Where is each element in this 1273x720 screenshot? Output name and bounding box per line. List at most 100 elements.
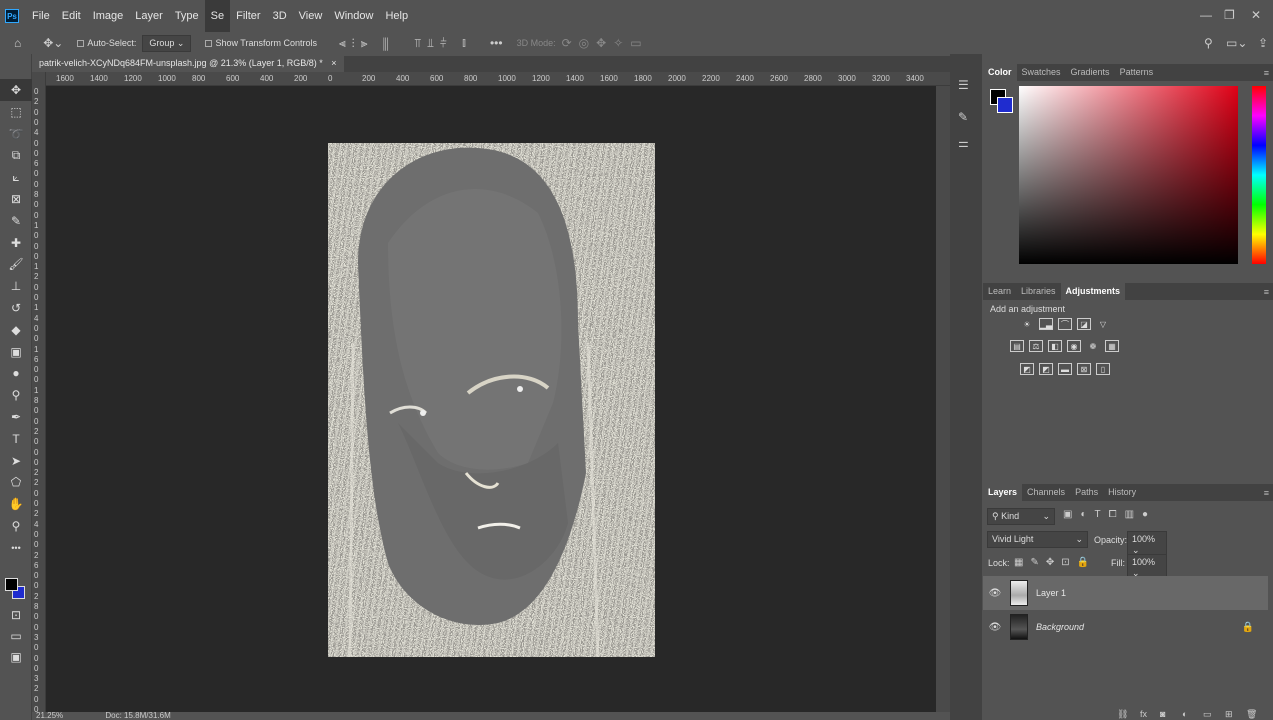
move-tool-preset-icon[interactable]: ✥⌄ bbox=[43, 36, 63, 50]
photoshop-logo-icon[interactable]: Ps bbox=[5, 9, 19, 23]
workspace-icon[interactable]: ▭⌄ bbox=[1226, 36, 1247, 50]
tab-color[interactable]: Color bbox=[983, 64, 1017, 81]
hue-slider[interactable] bbox=[1252, 86, 1266, 264]
tab-channels[interactable]: Channels bbox=[1022, 484, 1070, 501]
toolbar-foreground-swatch[interactable] bbox=[5, 578, 18, 591]
brightness-icon[interactable]: ☀ bbox=[1020, 318, 1034, 330]
info-panel-icon[interactable]: ☰ bbox=[958, 78, 974, 94]
color-balance-icon[interactable]: ⚖ bbox=[1029, 340, 1043, 352]
move-tool-icon[interactable]: ✥ bbox=[0, 79, 32, 101]
menu-layer[interactable]: Layer bbox=[129, 0, 169, 32]
blend-mode-dropdown[interactable]: Vivid Light ⌄ bbox=[987, 531, 1088, 548]
auto-select-checkbox[interactable]: Auto-Select: bbox=[77, 38, 136, 48]
layer-filter-icons[interactable]: ▣◐T⧠▥● bbox=[1063, 509, 1156, 520]
healing-tool-icon[interactable]: ✚ bbox=[0, 232, 32, 254]
vertical-ruler[interactable]: 0200400600800100012001400160018002000220… bbox=[32, 72, 46, 720]
add-mask-icon[interactable]: ◙ bbox=[1160, 709, 1165, 719]
tab-gradients[interactable]: Gradients bbox=[1066, 64, 1115, 81]
tab-libraries[interactable]: Libraries bbox=[1016, 283, 1061, 300]
new-group-icon[interactable]: ▭ bbox=[1203, 709, 1212, 720]
new-adjustment-icon[interactable]: ◐ bbox=[1182, 709, 1187, 719]
menu-help[interactable]: Help bbox=[379, 0, 414, 32]
selective-color-icon[interactable]: ⊠ bbox=[1077, 363, 1091, 375]
align-icons[interactable]: ⫷⫶⫸ ⫼ bbox=[339, 36, 394, 51]
tab-patterns[interactable]: Patterns bbox=[1115, 64, 1159, 81]
layer-name[interactable]: Background bbox=[1036, 622, 1084, 632]
channel-mixer-icon[interactable]: ❁ bbox=[1086, 340, 1100, 352]
type-tool-icon[interactable]: T bbox=[0, 428, 32, 450]
link-layers-icon[interactable]: ⛓ bbox=[1117, 709, 1128, 720]
tab-history[interactable]: History bbox=[1103, 484, 1141, 501]
hue-saturation-icon[interactable]: ▤ bbox=[1010, 340, 1024, 352]
screen-mode-icon[interactable]: ▭ bbox=[0, 625, 32, 647]
more-tools-icon[interactable]: ••• bbox=[0, 537, 32, 559]
zoom-tool-icon[interactable]: ⚲ bbox=[0, 515, 32, 537]
color-field[interactable] bbox=[1019, 86, 1238, 264]
hand-tool-icon[interactable]: ✋ bbox=[0, 493, 32, 515]
panel-menu-icon[interactable]: ≡ bbox=[1264, 287, 1269, 297]
visibility-eye-icon[interactable]: 👁 bbox=[983, 588, 1007, 599]
tab-layers[interactable]: Layers bbox=[983, 484, 1023, 501]
gradient-tool-icon[interactable]: ▣ bbox=[0, 341, 32, 363]
tab-paths[interactable]: Paths bbox=[1070, 484, 1103, 501]
layer-name[interactable]: Layer 1 bbox=[1036, 588, 1066, 598]
brush-tool-icon[interactable]: 🖌 bbox=[0, 253, 32, 275]
levels-icon[interactable]: ▁▃ bbox=[1039, 318, 1053, 330]
horizontal-ruler[interactable]: 1600 1400 1200 1000 800 600 400 200 0 200 400 600 80… bbox=[46, 72, 950, 86]
tab-learn[interactable]: Learn bbox=[983, 283, 1016, 300]
document-tab[interactable]: patrik-velich-XCyNDq684FM-unsplash.jpg @… bbox=[32, 56, 344, 72]
close-window-icon[interactable]: ✕ bbox=[1251, 8, 1261, 22]
history-brush-tool-icon[interactable]: ↺ bbox=[0, 297, 32, 319]
gradient-map-icon[interactable]: ▯ bbox=[1096, 363, 1110, 375]
layer-row-layer1[interactable]: 👁 Layer 1 bbox=[983, 576, 1268, 610]
exposure-icon[interactable]: ◪ bbox=[1077, 318, 1091, 330]
auto-select-dropdown[interactable]: Group ⌄ bbox=[142, 34, 192, 52]
path-select-tool-icon[interactable]: ➤ bbox=[0, 450, 32, 472]
background-color-swatch[interactable] bbox=[997, 97, 1013, 113]
panel-menu-icon[interactable]: ≡ bbox=[1264, 68, 1269, 78]
vertical-scrollbar[interactable] bbox=[936, 86, 950, 712]
eyedropper-tool-icon[interactable]: ✎ bbox=[0, 210, 32, 232]
quick-mask-icon[interactable]: ⊡ bbox=[0, 604, 32, 626]
fx-icon[interactable]: fx bbox=[1140, 709, 1147, 719]
3d-mode-icons[interactable]: ⟳◎✥✧▭ bbox=[562, 36, 649, 50]
stamp-tool-icon[interactable]: ⊥ bbox=[0, 275, 32, 297]
menu-3d[interactable]: 3D bbox=[267, 0, 293, 32]
visibility-eye-icon[interactable]: 👁 bbox=[983, 622, 1007, 633]
kind-filter-dropdown[interactable]: ⚲ Kind ⌄ bbox=[987, 508, 1055, 525]
search-icon[interactable]: ⚲ bbox=[1204, 36, 1213, 50]
posterize-icon[interactable]: ◩ bbox=[1039, 363, 1053, 375]
home-icon[interactable]: ⌂ bbox=[14, 36, 21, 50]
menu-type[interactable]: Type bbox=[169, 0, 205, 32]
tab-adjustments[interactable]: Adjustments bbox=[1060, 283, 1126, 300]
invert-icon[interactable]: ◩ bbox=[1020, 363, 1034, 375]
show-transform-checkbox[interactable]: Show Transform Controls bbox=[205, 38, 317, 48]
brush-panel-icon[interactable]: ✎ bbox=[958, 110, 974, 126]
black-white-icon[interactable]: ◧ bbox=[1048, 340, 1062, 352]
menu-edit[interactable]: Edit bbox=[56, 0, 87, 32]
marquee-tool-icon[interactable]: ⬚ bbox=[0, 101, 32, 123]
delete-layer-icon[interactable]: 🗑 bbox=[1246, 709, 1257, 720]
close-tab-icon[interactable]: × bbox=[331, 58, 336, 68]
menu-view[interactable]: View bbox=[293, 0, 329, 32]
curves-icon[interactable]: ⌒ bbox=[1058, 318, 1072, 330]
shape-tool-icon[interactable]: ⬠ bbox=[0, 471, 32, 493]
artboard-icon[interactable]: ▣ bbox=[0, 646, 32, 668]
photo-filter-icon[interactable]: ◉ bbox=[1067, 340, 1081, 352]
eraser-tool-icon[interactable]: ◆ bbox=[0, 319, 32, 341]
share-icon[interactable]: ⇪ bbox=[1258, 36, 1268, 50]
menu-file[interactable]: File bbox=[26, 0, 56, 32]
vibrance-icon[interactable]: ▽ bbox=[1096, 318, 1110, 330]
lasso-tool-icon[interactable]: ➰ bbox=[0, 123, 32, 145]
document-image[interactable] bbox=[328, 143, 655, 657]
threshold-icon[interactable]: ▬ bbox=[1058, 363, 1072, 375]
tab-swatches[interactable]: Swatches bbox=[1017, 64, 1066, 81]
frame-tool-icon[interactable]: ⊠ bbox=[0, 188, 32, 210]
layer-row-background[interactable]: 👁 Background 🔒 bbox=[983, 610, 1268, 644]
lock-icons[interactable]: ▦✎✥⊡🔒 bbox=[1014, 557, 1096, 568]
dodge-tool-icon[interactable]: ⚲ bbox=[0, 384, 32, 406]
minimize-icon[interactable]: — bbox=[1200, 8, 1212, 22]
crop-tool-icon[interactable]: ⟀ bbox=[0, 166, 32, 188]
zoom-level[interactable]: 21.25% bbox=[36, 711, 63, 720]
distribute-icons[interactable]: ⫪⫫⫩ ⫾ bbox=[414, 36, 472, 51]
